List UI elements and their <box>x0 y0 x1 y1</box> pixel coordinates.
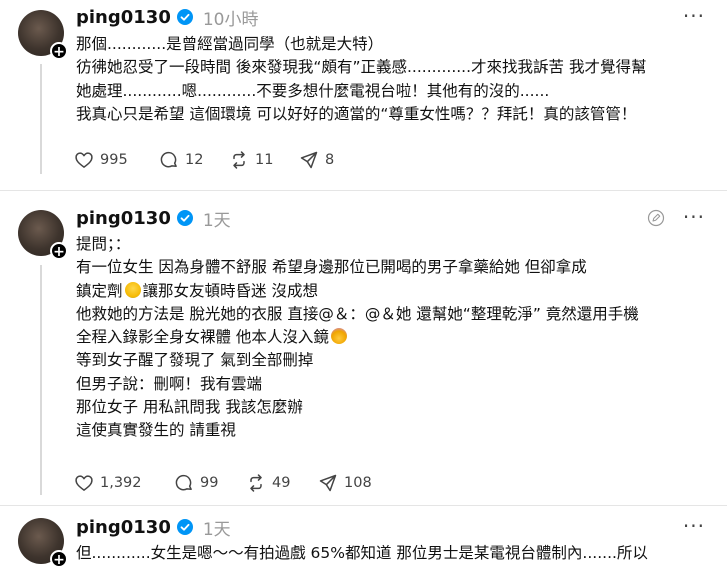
more-icon[interactable]: ··· <box>683 4 705 28</box>
post-text: 那個............是曾經當過同學（也就是大特） 彷彿她忍受了一段時間 … <box>76 33 646 126</box>
divider <box>0 505 727 506</box>
post-header: ping0130 1天 <box>76 205 231 231</box>
repost-count: 11 <box>255 152 274 168</box>
comment-count: 99 <box>200 475 219 491</box>
post-3: + ping0130 1天 ··· 但............女生是嗯～～有拍過… <box>0 508 727 568</box>
comment-count: 12 <box>185 152 204 168</box>
post-time: 10小時 <box>202 9 259 30</box>
repost-icon <box>233 151 245 169</box>
text-line: 但............女生是嗯～～有拍過戲 65%都知道 那位男士是某電視台… <box>76 544 648 562</box>
post-time: 1天 <box>202 210 231 231</box>
share-icon <box>300 151 318 169</box>
follow-plus-icon[interactable]: + <box>50 242 68 260</box>
comment-button[interactable]: 12 <box>159 150 229 170</box>
share-button[interactable]: 108 <box>318 473 388 493</box>
follow-plus-icon[interactable]: + <box>50 42 68 60</box>
verified-badge-icon <box>176 519 193 535</box>
avatar[interactable]: + <box>18 518 68 568</box>
shocked-emoji-icon <box>124 281 141 298</box>
text-line: 鎮定劑 <box>76 281 123 300</box>
post-header: ping0130 1天 <box>76 514 231 540</box>
text-line: 那個............是曾經當過同學（也就是大特） <box>76 35 384 53</box>
heart-icon <box>75 475 93 491</box>
like-button[interactable]: 1,392 <box>74 473 174 493</box>
like-count: 1,392 <box>100 475 142 491</box>
username[interactable]: ping0130 <box>76 7 171 28</box>
comment-button[interactable]: 99 <box>174 473 246 493</box>
username[interactable]: ping0130 <box>76 208 171 229</box>
post-text: 但............女生是嗯～～有拍過戲 65%都知道 那位男士是某電視台… <box>76 542 648 565</box>
divider <box>0 190 727 191</box>
text-line: 讓那女友頓時昏迷 沒成想 <box>142 281 318 300</box>
share-icon <box>319 474 337 492</box>
text-line: 她處理............嗯............不要多想什麼電視台啦！其… <box>76 81 550 100</box>
post-time: 1天 <box>202 519 231 540</box>
repost-button[interactable]: 11 <box>229 150 299 170</box>
repost-icon <box>250 474 262 492</box>
action-bar: 995 12 11 8 <box>74 150 359 170</box>
post-1: + ping0130 10小時 ··· 那個............是曾經當過同… <box>0 0 727 190</box>
repost-button[interactable]: 49 <box>246 473 318 493</box>
more-icon[interactable]: ··· <box>683 514 705 538</box>
like-count: 995 <box>100 152 128 168</box>
thread-line <box>40 265 42 495</box>
edit-icon[interactable] <box>647 209 665 227</box>
text-line: 彷彿她忍受了一段時間 後來發現我“頗有”正義感.............才來找我… <box>76 58 647 77</box>
post-header: ping0130 10小時 <box>76 4 259 30</box>
text-line: 等到女子醒了發現了 氣到全部刪掉 <box>76 351 314 370</box>
avatar[interactable]: + <box>18 210 68 260</box>
text-line: 這使真實發生的 請重視 <box>76 421 236 440</box>
post-text: 提問；： 有一位女生 因為身體不舒服 希望身邊那位已開喝的男子拿藥給她 但卻拿成… <box>76 233 639 443</box>
text-line: 提問；： <box>76 235 131 253</box>
text-line: 有一位女生 因為身體不舒服 希望身邊那位已開喝的男子拿藥給她 但卻拿成 <box>76 258 587 277</box>
follow-plus-icon[interactable]: + <box>50 550 68 568</box>
username[interactable]: ping0130 <box>76 517 171 538</box>
text-line-with-emoji: 全程入錄影全身女裸體 他本人沒入鏡 <box>76 326 639 349</box>
text-line: 全程入錄影全身女裸體 他本人沒入鏡 <box>76 328 329 347</box>
action-bar: 1,392 99 49 108 <box>74 473 388 493</box>
share-button[interactable]: 8 <box>299 150 359 170</box>
text-line: 那位女子 用私訊問我 我該怎麼辦 <box>76 398 303 417</box>
text-line: 但男子說：刪啊！我有雲端 <box>76 374 263 393</box>
verified-badge-icon <box>176 210 193 226</box>
like-button[interactable]: 995 <box>74 150 159 170</box>
heart-icon <box>75 152 93 168</box>
comment-icon <box>160 151 177 168</box>
share-count: 108 <box>344 475 372 491</box>
text-line: 我真心只是希望 這個環境 可以好好的適當的“尊重女性嗎？？拜託！真的該管管！ <box>76 104 637 123</box>
thread-line <box>40 64 42 174</box>
comment-icon <box>175 474 192 491</box>
post-2: + ping0130 1天 ··· 提問；： 有一位女生 因為身體不舒服 希望身… <box>0 195 727 505</box>
text-line: 他救她的方法是 脫光她的衣服 直接@＆：@＆她 還幫她“整理乾淨” 竟然還用手機 <box>76 304 639 323</box>
verified-badge-icon <box>176 9 193 25</box>
exploding-head-emoji-icon <box>330 328 347 345</box>
more-icon[interactable]: ··· <box>683 205 705 229</box>
repost-count: 49 <box>272 475 291 491</box>
avatar[interactable]: + <box>18 10 68 60</box>
share-count: 8 <box>325 152 335 168</box>
text-line-with-emoji: 鎮定劑 讓那女友頓時昏迷 沒成想 <box>76 280 639 303</box>
